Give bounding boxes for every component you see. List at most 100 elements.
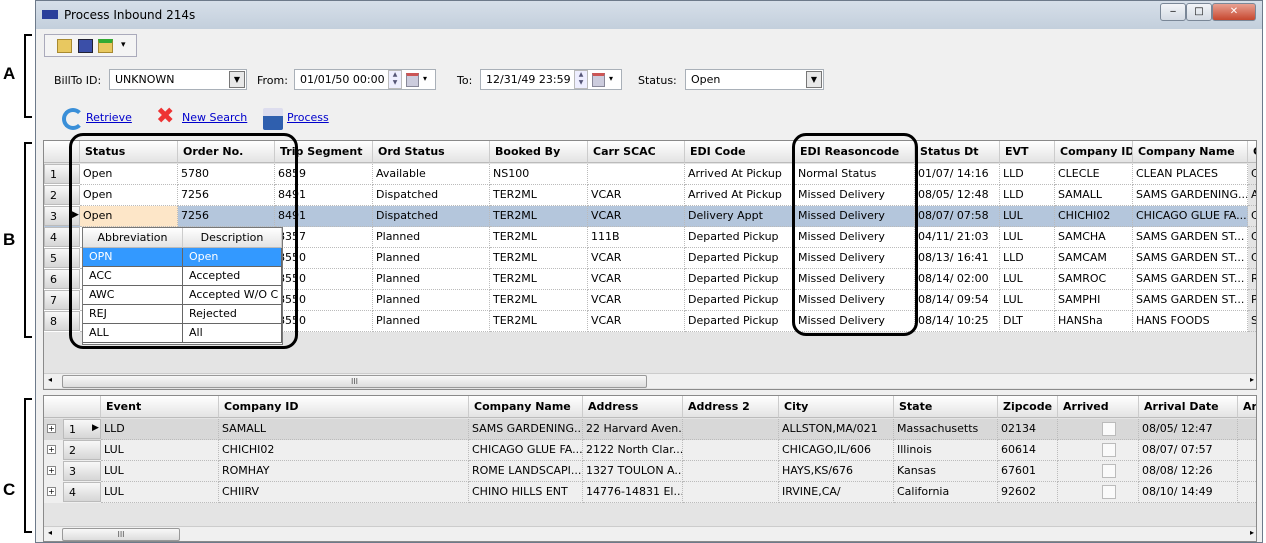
column-chooser-icon[interactable] (44, 141, 80, 163)
arrived-checkbox[interactable] (1102, 485, 1116, 499)
column-chooser-icon[interactable] (44, 396, 101, 418)
column-header[interactable]: Address (583, 396, 683, 418)
column-header[interactable]: Order No. (178, 141, 275, 163)
dropdown-option-description[interactable]: Open (183, 248, 282, 267)
expand-row-icon[interactable]: + (47, 487, 56, 496)
bottom-grid-horizontal-scrollbar[interactable]: ◂ III ▸ (44, 526, 1256, 541)
new-folder-icon[interactable] (57, 39, 72, 53)
scroll-right-arrow[interactable]: ▸ (1250, 375, 1254, 384)
dropdown-option-description[interactable]: Accepted (183, 267, 282, 286)
arrived-checkbox[interactable] (1102, 422, 1116, 436)
column-header[interactable]: Trip Segment (275, 141, 373, 163)
column-header[interactable]: Company ID (1055, 141, 1133, 163)
column-header[interactable]: Ord Status (373, 141, 490, 163)
table-row[interactable]: +3 LUL ROMHAY ROME LANDSCAPI... 1327 TOULON … (44, 461, 1256, 482)
billto-select[interactable]: UNKNOWN ▼ (109, 69, 247, 90)
row-number[interactable]: 2 (63, 440, 101, 460)
top-grid-horizontal-scrollbar[interactable]: ◂ III ▸ (44, 373, 1256, 388)
scroll-left-arrow[interactable]: ◂ (48, 528, 52, 537)
table-row[interactable]: 2 Open 7256 8491 Dispatched TER2ML VCAR Arrived… (44, 185, 1256, 206)
row-number[interactable]: 3 (63, 461, 101, 481)
refresh-icon[interactable] (62, 108, 84, 130)
column-header[interactable]: Company Name (469, 396, 583, 418)
table-row[interactable]: +1 ▶ LLD SAMALL SAMS GARDENING... 22 Harvard … (44, 419, 1256, 440)
calendar-icon[interactable] (592, 73, 605, 87)
scroll-right-arrow[interactable]: ▸ (1250, 528, 1254, 537)
column-header[interactable]: City (779, 396, 894, 418)
dropdown-option-abbreviation[interactable]: ACC (83, 267, 183, 286)
expand-row-icon[interactable]: + (47, 445, 56, 454)
export-icon[interactable] (98, 39, 113, 53)
table-row[interactable]: +2 LUL CHICHI02 CHICAGO GLUE FA... 2122 Nort… (44, 440, 1256, 461)
column-header[interactable]: Booked By (490, 141, 588, 163)
retrieve-link[interactable]: Retrieve (86, 111, 132, 124)
from-spinner[interactable]: ▲ ▼ (388, 70, 402, 89)
dropdown-option-abbreviation[interactable]: REJ (83, 305, 183, 324)
to-spinner[interactable]: ▲ ▼ (574, 70, 588, 89)
column-header[interactable]: EDI Code (685, 141, 795, 163)
chevron-down-icon[interactable]: ▼ (229, 71, 245, 88)
column-header[interactable]: C (1248, 141, 1256, 163)
toolbar-overflow-button[interactable]: ▾ (121, 40, 126, 50)
column-header[interactable]: Company Name (1133, 141, 1248, 163)
row-number[interactable]: 8 (44, 311, 80, 331)
row-number[interactable]: 5 (44, 248, 80, 268)
column-header[interactable]: EVT (1000, 141, 1055, 163)
row-number[interactable]: 4 (44, 227, 80, 247)
row-number[interactable]: 2 (44, 185, 80, 205)
expand-row-icon[interactable]: + (47, 466, 56, 475)
dropdown-option-abbreviation[interactable]: OPN (83, 248, 183, 267)
column-header[interactable]: Arrival Date (1139, 396, 1238, 418)
row-number[interactable]: 7 (44, 290, 80, 310)
table-cell[interactable] (1058, 440, 1139, 461)
column-header[interactable]: Status Dt (915, 141, 1000, 163)
column-header[interactable]: Status (80, 141, 178, 163)
dropdown-option-abbreviation[interactable]: AWC (83, 286, 183, 305)
column-header[interactable]: Company ID (219, 396, 469, 418)
row-number[interactable]: 4 (63, 482, 101, 502)
table-cell[interactable]: Open (80, 206, 178, 227)
save-icon[interactable] (78, 39, 93, 53)
column-header[interactable]: Ar (1238, 396, 1256, 418)
new-search-link[interactable]: New Search (182, 111, 247, 124)
dropdown-option-abbreviation[interactable]: ALL (83, 324, 183, 343)
column-header[interactable]: EDI Reasoncode (795, 141, 915, 163)
close-button[interactable]: ✕ (1212, 3, 1256, 21)
table-row[interactable]: 1 Open 5780 6859 Available NS100 Arrived At Pi… (44, 164, 1256, 185)
table-cell[interactable] (1058, 461, 1139, 482)
column-header[interactable]: Event (101, 396, 219, 418)
from-date-input[interactable]: 01/01/50 00:00 ▲ ▼ ▾ (294, 69, 436, 90)
scrollbar-thumb[interactable]: III (62, 375, 647, 388)
row-number[interactable]: 1 (44, 164, 80, 184)
column-header[interactable]: Address 2 (683, 396, 779, 418)
column-header[interactable]: Zipcode (998, 396, 1058, 418)
row-number[interactable]: 6 (44, 269, 80, 289)
status-select[interactable]: Open ▼ (685, 69, 824, 90)
dropdown-option-description[interactable]: Accepted W/O C (183, 286, 282, 305)
dropdown-option-description[interactable]: Rejected (183, 305, 282, 324)
maximize-button[interactable]: □ (1186, 3, 1212, 21)
scrollbar-thumb[interactable]: III (62, 528, 180, 541)
expand-row-icon[interactable]: + (47, 424, 56, 433)
dropdown-option-description[interactable]: All (183, 324, 282, 343)
arrived-checkbox[interactable] (1102, 443, 1116, 457)
column-header[interactable]: Arrived (1058, 396, 1139, 418)
table-row[interactable]: 3 ▶ Open 7256 8491 Dispatched TER2ML VCAR Delive… (44, 206, 1256, 227)
table-cell: SAMS GARDENING... (469, 419, 583, 440)
x-icon[interactable]: ✖ (156, 104, 174, 129)
chevron-down-icon[interactable]: ▼ (806, 71, 822, 88)
arrived-checkbox[interactable] (1102, 464, 1116, 478)
save-icon[interactable] (263, 108, 283, 130)
table-cell[interactable] (1058, 419, 1139, 440)
process-link[interactable]: Process (287, 111, 329, 124)
column-header[interactable]: Carr SCAC (588, 141, 685, 163)
column-header[interactable]: State (894, 396, 998, 418)
table-row[interactable]: +4 LUL CHIIRV CHINO HILLS ENT 14776-14831 El… (44, 482, 1256, 503)
calendar-icon[interactable] (406, 73, 419, 87)
chevron-down-icon[interactable]: ▾ (609, 74, 613, 83)
chevron-down-icon[interactable]: ▾ (423, 74, 427, 83)
table-cell[interactable] (1058, 482, 1139, 503)
to-date-input[interactable]: 12/31/49 23:59 ▲ ▼ ▾ (480, 69, 622, 90)
minimize-button[interactable]: ‒ (1160, 3, 1186, 21)
scroll-left-arrow[interactable]: ◂ (48, 375, 52, 384)
